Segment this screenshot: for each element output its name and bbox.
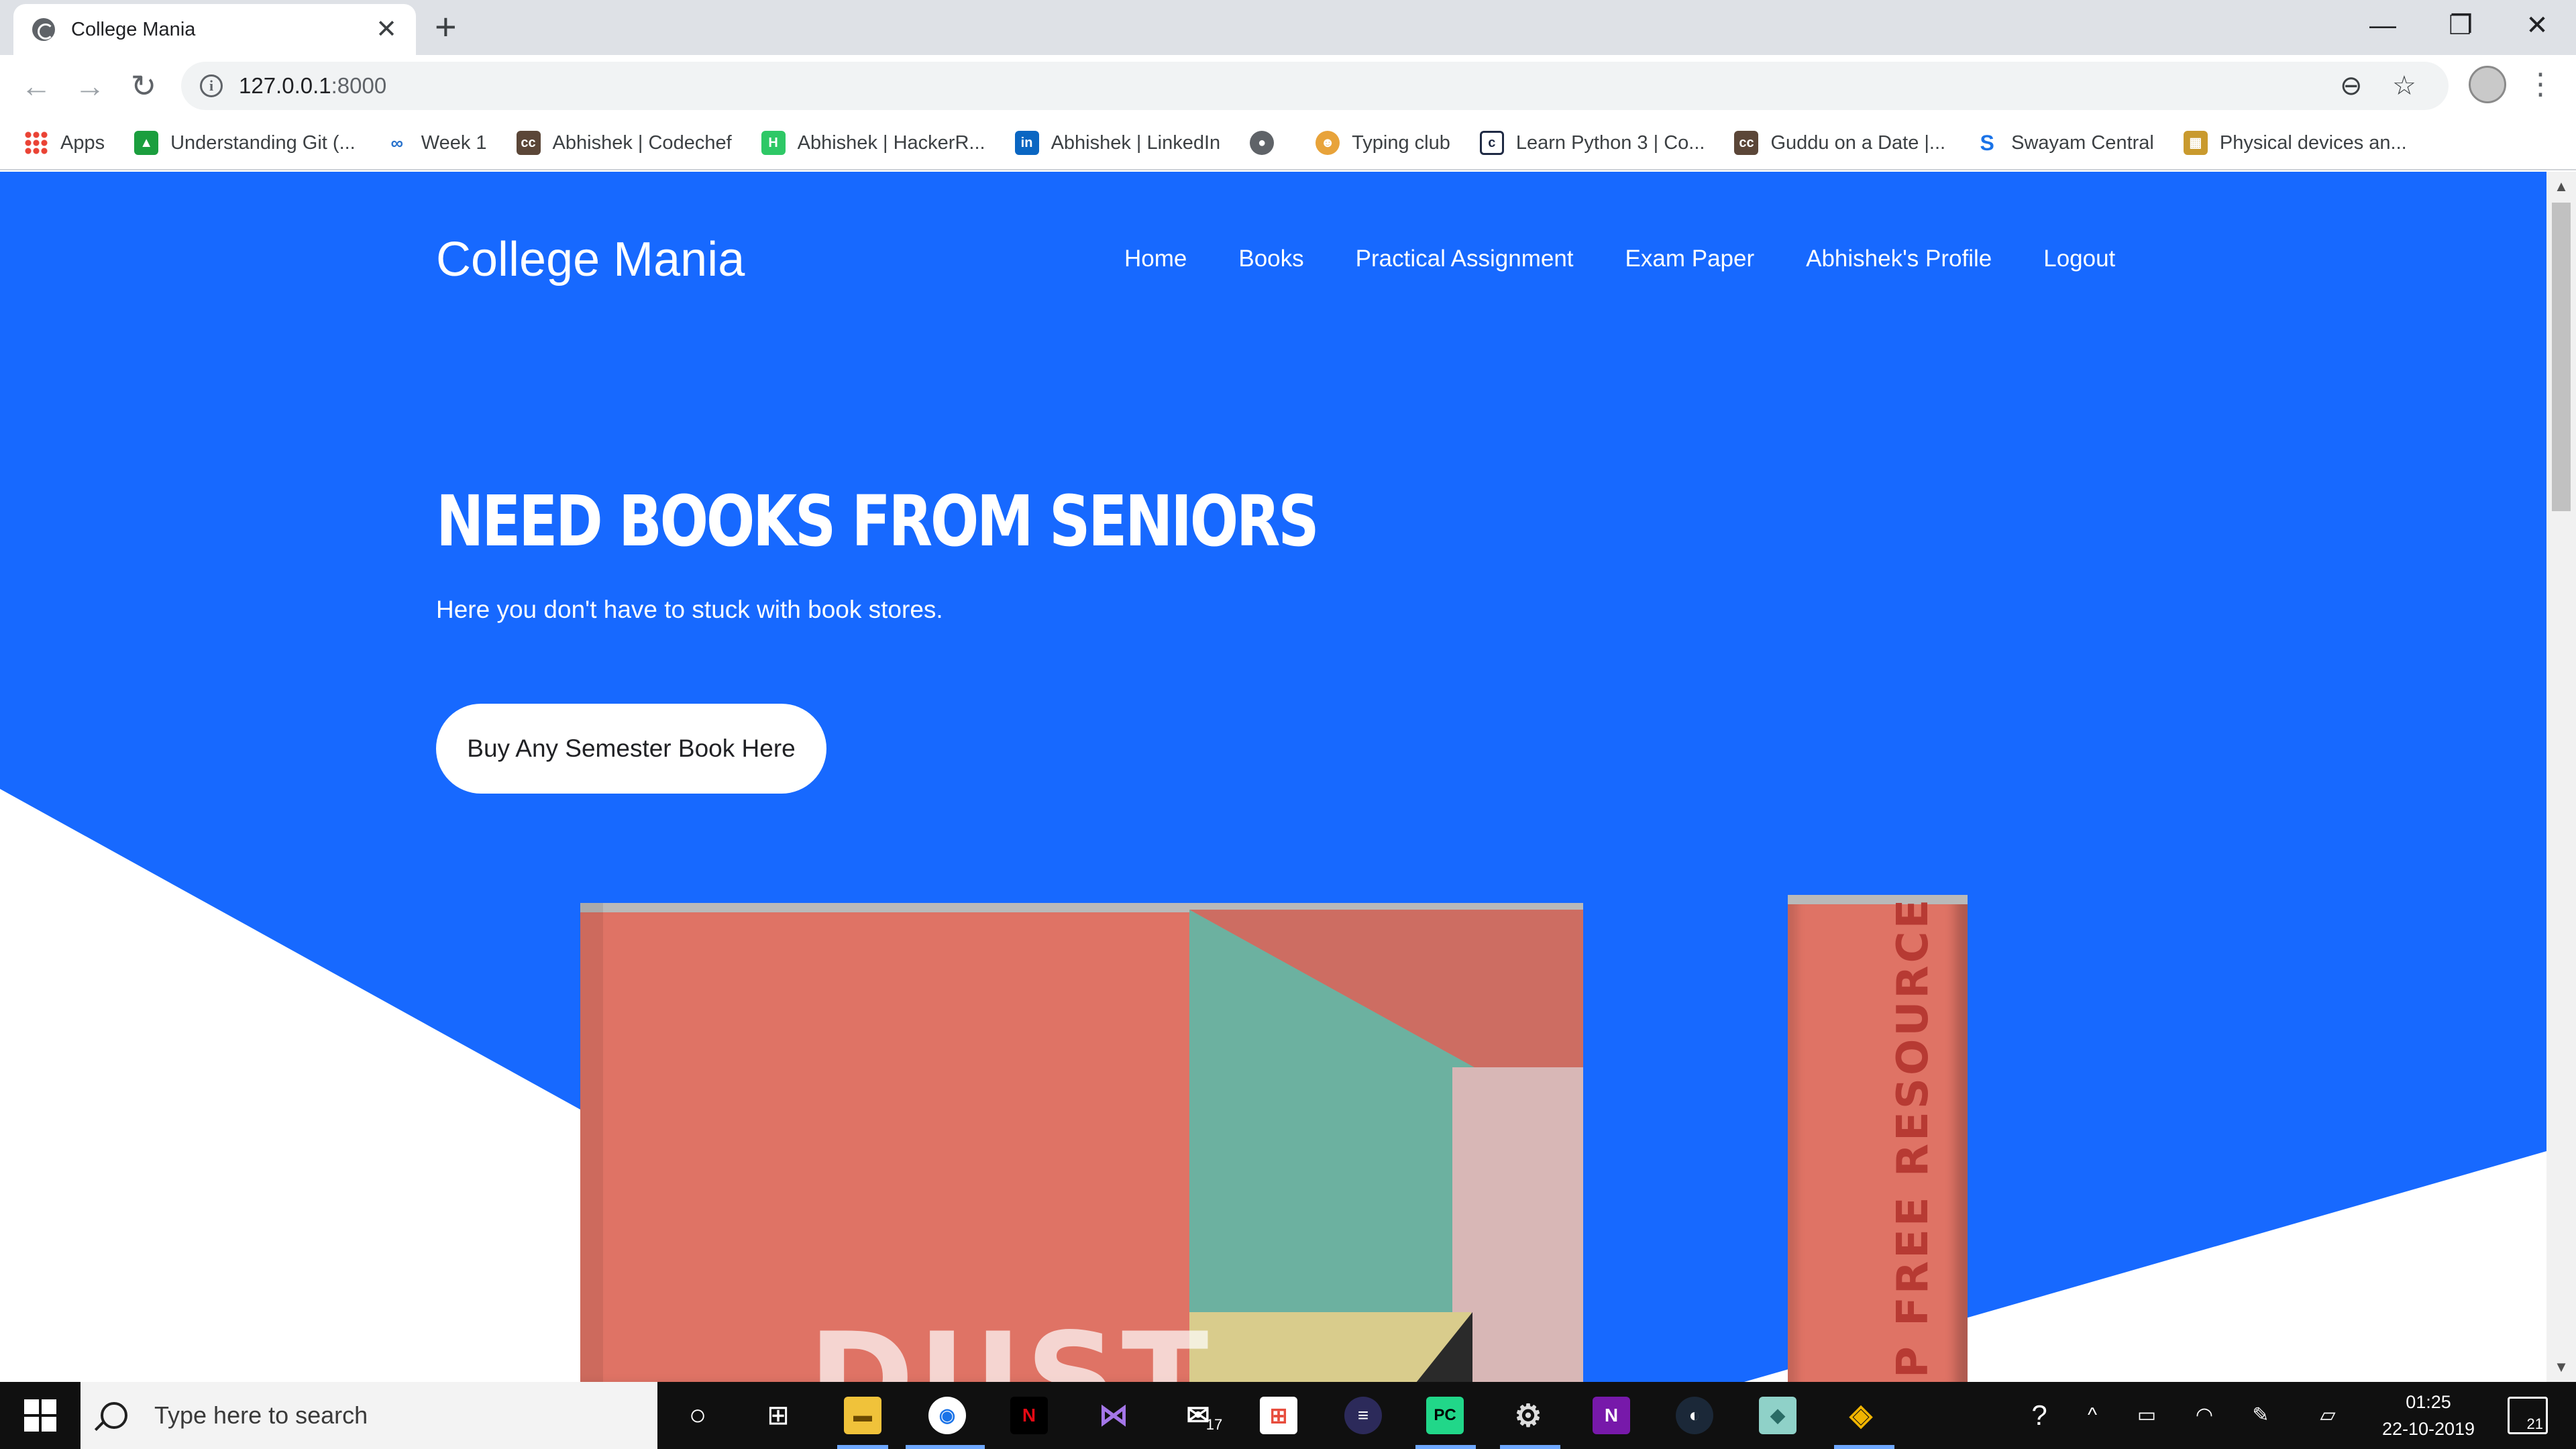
bookmark-physical-devices[interactable]: ▦ Physical devices an...	[2183, 131, 2407, 155]
hero-title: NEED BOOKS FROM SENIORS	[436, 480, 1320, 562]
coursera-icon: ∞	[384, 131, 409, 155]
netflix-icon[interactable]: N	[1010, 1397, 1048, 1434]
book-cover-text: DUST	[808, 1305, 1213, 1382]
keyboard-icon[interactable]: ▱	[2308, 1382, 2348, 1449]
scroll-thumb[interactable]	[2552, 203, 2571, 511]
codecademy-icon: c	[1479, 131, 1504, 155]
new-tab-button[interactable]: +	[435, 8, 457, 46]
typingclub-icon: ☻	[1316, 131, 1340, 155]
chrome-icon[interactable]: ◉	[928, 1397, 966, 1434]
hero-subtitle: Here you don't have to stuck with book s…	[436, 596, 943, 623]
notes-app-icon[interactable]: ◆	[1759, 1397, 1796, 1434]
nav-practical-assignment[interactable]: Practical Assignment	[1356, 246, 1574, 272]
bookmark-swayam-central[interactable]: S Swayam Central	[1975, 131, 2154, 155]
site-brand[interactable]: College Mania	[436, 232, 745, 287]
nav-logout[interactable]: Logout	[2043, 246, 2115, 272]
book-spine-text: P FREE RESOURCE	[1888, 896, 1938, 1378]
globe-icon: ●	[1250, 131, 1275, 155]
steam-icon[interactable]: ◐	[1676, 1397, 1713, 1434]
close-tab-icon[interactable]: ✕	[376, 17, 397, 42]
help-icon[interactable]: ?	[2019, 1382, 2059, 1449]
windows-taskbar: Type here to search ○ ⊞ ▬ ◉ N ⋈ ✉ 17 ⊞ ≡…	[0, 1382, 2576, 1449]
show-hidden-icons[interactable]: ^	[2076, 1382, 2109, 1449]
bookmark-week-1[interactable]: ∞ Week 1	[384, 131, 487, 155]
zoom-icon[interactable]: ⊖	[2340, 70, 2363, 102]
reload-icon[interactable]: ↻	[122, 64, 165, 107]
apps-icon	[24, 131, 48, 155]
codechef-icon: cc	[1734, 131, 1759, 155]
bookmark-hackerrank[interactable]: H Abhishek | HackerR...	[761, 131, 985, 155]
bookmark-typing-club[interactable]: ☻ Typing club	[1316, 131, 1450, 155]
mail-badge: 17	[1205, 1416, 1223, 1433]
pycharm-icon[interactable]: PC	[1426, 1397, 1464, 1434]
task-view-icon[interactable]: ⊞	[758, 1382, 798, 1449]
bookmark-globe[interactable]: ●	[1250, 131, 1286, 155]
notification-count: 21	[2526, 1415, 2543, 1432]
hackerrank-icon: H	[761, 131, 786, 155]
scroll-down-icon[interactable]: ▼	[2546, 1352, 2576, 1382]
store-icon[interactable]: ⊞	[1260, 1397, 1297, 1434]
file-explorer-icon[interactable]: ▬	[844, 1397, 881, 1434]
bookmark-apps[interactable]: Apps	[24, 131, 105, 155]
book-spine-image: P FREE RESOURCE	[1788, 895, 1968, 1382]
search-icon	[101, 1402, 127, 1429]
settings-gear-icon[interactable]: ⚙	[1509, 1397, 1547, 1434]
tab-strip: College Mania ✕ + — ❐ ✕	[0, 0, 2576, 55]
battery-icon[interactable]: ▭	[2127, 1382, 2167, 1449]
info-icon[interactable]: i	[200, 74, 223, 97]
nav-books[interactable]: Books	[1238, 246, 1303, 272]
profile-avatar[interactable]	[2469, 66, 2506, 103]
bookmarks-bar: Apps ▲ Understanding Git (... ∞ Week 1 c…	[0, 117, 2576, 170]
action-center-icon[interactable]: 21	[2508, 1397, 2548, 1434]
star-icon[interactable]: ☆	[2392, 70, 2416, 102]
restore-button[interactable]: ❐	[2434, 5, 2487, 46]
address-bar[interactable]: i 127.0.0.1 :8000 ⊖ ☆	[181, 62, 2449, 110]
buy-book-button[interactable]: Buy Any Semester Book Here	[436, 704, 826, 794]
browser-toolbar: ← → ↻ i 127.0.0.1 :8000 ⊖ ☆ ⋮	[0, 55, 2576, 117]
back-arrow-icon[interactable]: ←	[15, 64, 58, 107]
web-page: College Mania Home Books Practical Assig…	[0, 172, 2546, 1382]
pen-icon[interactable]: ✎	[2241, 1382, 2281, 1449]
minimize-button[interactable]: —	[2356, 5, 2410, 46]
page-scrollbar[interactable]: ▲ ▼	[2546, 172, 2576, 1382]
bookmark-understanding-git[interactable]: ▲ Understanding Git (...	[134, 131, 356, 155]
swayam-icon: S	[1975, 131, 2000, 155]
url-host: 127.0.0.1	[239, 73, 331, 98]
visual-studio-icon[interactable]: ⋈	[1095, 1397, 1132, 1434]
globe-icon	[32, 18, 55, 41]
nav-home[interactable]: Home	[1124, 246, 1187, 272]
bookmark-linkedin[interactable]: in Abhishek | LinkedIn	[1014, 131, 1220, 155]
system-clock[interactable]: 01:25 22-10-2019	[2361, 1389, 2496, 1442]
wifi-icon[interactable]: ◠	[2184, 1382, 2224, 1449]
windows-start-icon[interactable]	[24, 1399, 56, 1432]
clock-date: 22-10-2019	[2381, 1419, 2475, 1439]
codechef-icon: cc	[516, 131, 541, 155]
nav-profile[interactable]: Abhishek's Profile	[1806, 246, 1992, 272]
linkedin-icon: in	[1014, 131, 1039, 155]
menu-kebab-icon[interactable]: ⋮	[2526, 66, 2555, 103]
bookmark-guddu-on-a-date[interactable]: cc Guddu on a Date |...	[1734, 131, 1945, 155]
taskbar-search-input[interactable]: Type here to search	[80, 1382, 657, 1449]
eclipse-icon[interactable]: ≡	[1344, 1397, 1382, 1434]
browser-tab-college-mania[interactable]: College Mania ✕	[13, 4, 416, 55]
onenote-icon[interactable]: N	[1593, 1397, 1630, 1434]
close-window-button[interactable]: ✕	[2510, 5, 2564, 46]
nav-exam-paper[interactable]: Exam Paper	[1625, 246, 1755, 272]
site-nav: Home Books Practical Assignment Exam Pap…	[1124, 246, 2115, 272]
bookmark-codechef[interactable]: cc Abhishek | Codechef	[516, 131, 732, 155]
book-cover-image: DUST	[580, 903, 1583, 1382]
cortana-icon[interactable]: ○	[678, 1382, 718, 1449]
clock-time: 01:25	[2406, 1392, 2451, 1412]
git-icon: ▲	[134, 131, 159, 155]
tab-title: College Mania	[71, 18, 196, 40]
map-icon: ▦	[2183, 131, 2208, 155]
bookmark-learn-python[interactable]: c Learn Python 3 | Co...	[1479, 131, 1705, 155]
forward-arrow-icon[interactable]: →	[68, 64, 111, 107]
git-kraken-icon[interactable]: ◈	[1842, 1397, 1880, 1434]
url-port: :8000	[331, 73, 387, 98]
scroll-up-icon[interactable]: ▲	[2546, 172, 2576, 201]
